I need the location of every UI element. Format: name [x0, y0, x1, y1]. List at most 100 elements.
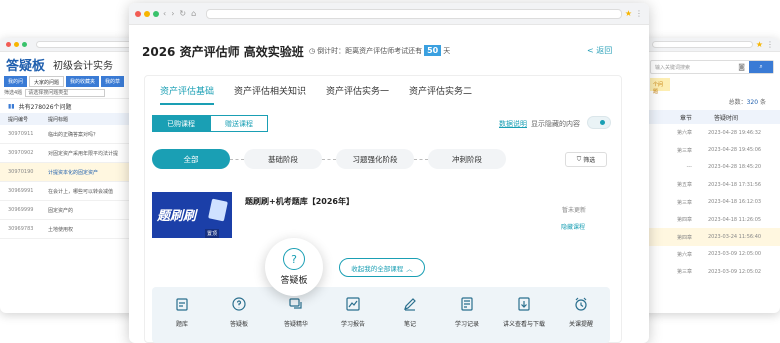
row-time: 2023-04-28 19:45:06 — [708, 147, 762, 154]
table-row[interactable]: 第五章 2023-04-18 17:31:56 — [640, 176, 780, 193]
table-row[interactable]: 30969783 土地使用权 — [0, 220, 140, 239]
table-row[interactable]: 30969999 固定资产的 — [0, 201, 140, 220]
table-row[interactable]: 30970911 临出的正确答案对吗？ — [0, 125, 140, 144]
tool-study-report[interactable]: 学习报告 — [325, 295, 381, 328]
row-title[interactable]: 土地使用权 — [48, 226, 73, 233]
question-mark-icon: ? — [283, 248, 305, 270]
table-row[interactable]: --- 2023-04-28 18:45:20 — [640, 159, 780, 176]
total-value: 320 — [746, 99, 759, 106]
tab-all-questions[interactable]: 大家的问题 — [29, 76, 65, 87]
tool-study-records[interactable]: 学习记录 — [439, 295, 495, 328]
countdown-prefix: 倒计时：距离资产评估师考试还有 — [317, 46, 423, 55]
table-row[interactable]: 30969991 在会计上，哪些可以转会减值 — [0, 182, 140, 201]
total-label: 总数： — [728, 99, 747, 106]
left-header: 答疑板 初级会计实务 — [0, 52, 140, 76]
qa-board-bubble[interactable]: ? 答疑板 — [265, 238, 323, 296]
filter-label: 筛选 — [583, 157, 596, 164]
address-bar[interactable] — [206, 8, 622, 19]
data-explanation-link[interactable]: 数据说明 — [499, 119, 527, 129]
filter-label: 筛选4题 — [4, 90, 23, 96]
bubble-label: 答疑板 — [280, 276, 308, 286]
forward-arrow-icon[interactable]: › — [171, 9, 174, 18]
stage-sprint[interactable]: 冲刺阶段 — [428, 149, 506, 169]
row-id: 30970911 — [8, 131, 34, 137]
table-row[interactable]: 第六章 2023-04-28 19:46:32 — [640, 124, 780, 141]
tool-qa-board[interactable]: 答疑板 — [211, 295, 267, 328]
close-dot[interactable] — [6, 42, 11, 47]
search-button[interactable]: ⌕ — [749, 61, 773, 73]
camera-icon[interactable]: ◙ — [738, 63, 745, 71]
star-icon[interactable]: ★ — [625, 9, 632, 18]
tab-my-questions[interactable]: 我的问 — [4, 76, 28, 87]
left-tabs: 我的问 大家的问题 我的收藏夹 我的草 — [0, 76, 140, 87]
search-box[interactable]: 输入关键词搜索 ◙ ⌕ — [650, 60, 774, 74]
tool-question-bank[interactable]: 题库 — [154, 295, 210, 328]
table-row[interactable]: 第四章 2023-03-24 11:56:40 — [640, 228, 780, 246]
table-row[interactable]: 30970902 对固定资产采用年限平均法计提 — [0, 144, 140, 163]
address-bar[interactable] — [36, 41, 134, 48]
table-row[interactable]: 第三章 2023-04-28 19:45:06 — [640, 141, 780, 158]
tab-related-knowledge[interactable]: 资产评估相关知识 — [234, 84, 306, 105]
question-total: 共有278026个问题 — [18, 103, 72, 111]
table-row[interactable]: 第三章 2023-03-09 12:05:02 — [640, 263, 780, 280]
home-icon[interactable]: ⌂ — [191, 9, 196, 18]
stage-basic[interactable]: 基础阶段 — [244, 149, 322, 169]
row-title[interactable]: 固定资产的 — [48, 207, 73, 214]
table-row[interactable]: 第四章 2023-04-18 11:26:05 — [640, 211, 780, 228]
back-arrow-icon[interactable]: ‹ — [163, 9, 166, 18]
course-cover[interactable]: 题刷刷 置顶 — [152, 192, 232, 238]
star-icon[interactable]: ★ — [756, 40, 763, 49]
book-icon — [208, 198, 228, 222]
main-window: ‹ › ↻ ⌂ ★ ⋮ 2026 资产评估师 高效实验班 ◷ 倒计时：距离资产评… — [129, 3, 649, 343]
tool-qa-essentials[interactable]: 答疑精华 — [268, 295, 324, 328]
close-dot[interactable] — [135, 10, 141, 17]
countdown-suffix: 天 — [443, 46, 451, 55]
left-browser-chrome — [0, 38, 140, 52]
course-name[interactable]: 题刷刷+机考题库【2026年】 — [245, 196, 354, 207]
stage-connector — [230, 158, 244, 160]
main-browser-chrome: ‹ › ↻ ⌂ ★ ⋮ — [129, 3, 649, 25]
collapse-courses-button[interactable]: 收起我的全部课程 ︿ — [339, 258, 425, 277]
maximize-dot[interactable] — [153, 10, 159, 17]
row-id: 30970190 — [8, 169, 34, 175]
tab-favorites[interactable]: 我的收藏夹 — [66, 76, 100, 87]
hide-course-link[interactable]: 隐藏课程 — [561, 222, 585, 231]
tab-practice-one[interactable]: 资产评估实务一 — [326, 84, 389, 105]
minimize-dot[interactable] — [14, 42, 19, 47]
table-row[interactable]: 30970190 计提资本化的固定资产 — [0, 163, 140, 182]
table-row[interactable]: 第三章 2023-04-18 16:12:03 — [640, 194, 780, 211]
address-bar[interactable] — [652, 41, 753, 48]
refresh-icon[interactable]: ↻ — [179, 9, 186, 18]
col-title: 提问标题 — [48, 116, 69, 123]
segment-purchased[interactable]: 已购课程 — [152, 115, 210, 132]
row-title[interactable]: 计提资本化的固定资产 — [48, 169, 98, 176]
row-title[interactable]: 在会计上，哪些可以转会减值 — [48, 188, 113, 195]
stage-practice[interactable]: 习题强化阶段 — [336, 149, 414, 169]
question-type-select[interactable]: 请选择搜问题类型 — [25, 88, 106, 97]
total-unit: 条 — [759, 99, 766, 106]
row-title[interactable]: 临出的正确答案对吗？ — [48, 131, 98, 138]
tool-notes[interactable]: 笔记 — [382, 295, 438, 328]
stage-all[interactable]: 全部 — [152, 149, 230, 169]
tool-handout-download[interactable]: 讲义查看与下载 — [496, 295, 552, 328]
clipboard-icon — [173, 295, 191, 313]
qa-logo: 答疑板 — [6, 58, 46, 74]
tool-class-reminder[interactable]: 关课提醒 — [553, 295, 609, 328]
tab-drafts[interactable]: 我的草 — [101, 76, 125, 87]
collapse-label: 收起我的全部课程 — [351, 264, 404, 273]
row-title[interactable]: 对固定资产采用年限平均法计提 — [48, 150, 118, 157]
menu-icon[interactable]: ⋮ — [766, 40, 774, 49]
maximize-dot[interactable] — [22, 42, 27, 47]
show-hidden-toggle[interactable] — [587, 116, 611, 129]
minimize-dot[interactable] — [144, 10, 150, 17]
filter-button[interactable]: ⛉ 筛选 — [565, 152, 607, 167]
segment-gifted[interactable]: 赠送课程 — [210, 115, 268, 132]
tab-practice-two[interactable]: 资产评估实务二 — [409, 84, 472, 105]
tab-asset-basics[interactable]: 资产评估基础 — [160, 84, 215, 105]
menu-icon[interactable]: ⋮ — [635, 9, 643, 18]
table-row[interactable]: 第六章 2023-03-09 12:05:00 — [640, 246, 780, 263]
search-input[interactable]: 输入关键词搜索 — [655, 64, 690, 71]
update-status: 暂未更新 — [562, 207, 587, 214]
back-link[interactable]: < 返回 — [587, 45, 612, 56]
chat-bubbles-icon — [287, 295, 305, 313]
